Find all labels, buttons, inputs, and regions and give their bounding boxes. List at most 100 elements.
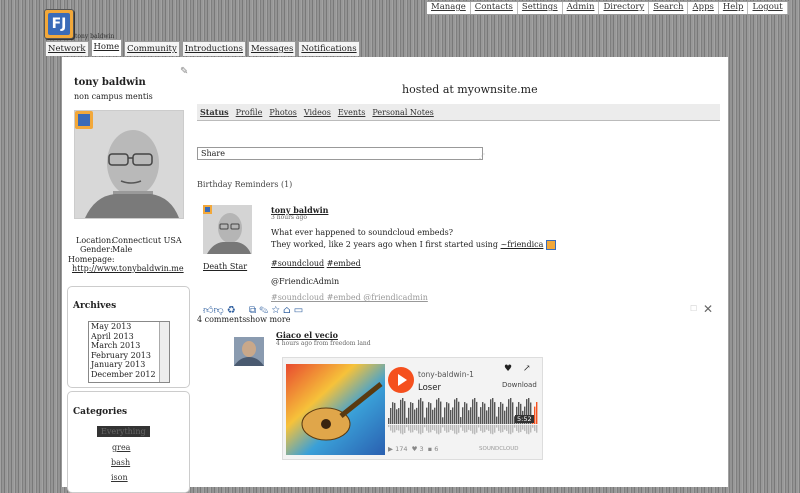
top-nav-item[interactable]: Help <box>719 2 749 14</box>
tab-home[interactable]: Home <box>90 39 123 56</box>
hashtag-link[interactable]: #embed <box>327 259 361 268</box>
post-mention[interactable]: @FriendicAdmin <box>271 277 339 286</box>
comment-count: 6 <box>434 445 439 453</box>
archive-option[interactable]: April 2013 <box>89 332 169 342</box>
delete-icon[interactable]: ✕ <box>703 302 713 316</box>
birthday-reminders[interactable]: Birthday Reminders (1) <box>197 180 292 189</box>
homepage-link[interactable]: http://www.tonybaldwin.me <box>72 264 184 273</box>
tab-network[interactable]: Network <box>45 41 89 56</box>
comments-count[interactable]: 4 comments <box>197 315 246 324</box>
waveform-bar <box>430 403 432 424</box>
top-nav-item[interactable]: Contacts <box>471 2 518 14</box>
subtab-profile[interactable]: Profile <box>236 108 263 117</box>
comment-author[interactable]: Giaco el vecio <box>276 330 338 340</box>
waveform-bar <box>398 408 400 424</box>
subtab-photos[interactable]: Photos <box>269 108 297 117</box>
archives-list[interactable]: May 2013 April 2013 March 2013 February 201… <box>88 321 170 383</box>
play-button[interactable] <box>388 367 414 393</box>
category-item[interactable]: bash <box>111 458 130 467</box>
waveform-bar <box>462 407 464 424</box>
waveform-bar <box>496 416 498 424</box>
top-nav-item[interactable]: Manage <box>427 2 471 14</box>
download-link[interactable]: Download <box>502 381 537 389</box>
waveform-bar <box>428 402 430 424</box>
comment-avatar[interactable] <box>234 337 264 366</box>
waveform-reflection <box>530 425 532 433</box>
checkbox-icon[interactable]: ☐ <box>690 304 697 313</box>
profile-subtabs: Status Profile Photos Videos Events Personal … <box>197 104 720 121</box>
profile-tagline: non campus mentis <box>74 92 153 101</box>
post-time: 3 hours ago <box>271 214 307 221</box>
track-artwork <box>286 364 385 455</box>
archives-scrollbar[interactable] <box>159 322 169 382</box>
top-nav-item[interactable]: Admin <box>563 2 600 14</box>
subtab-videos[interactable]: Videos <box>304 108 331 117</box>
external-share-icon[interactable]: ↗ <box>523 364 531 374</box>
subtab-status[interactable]: Status <box>200 107 229 117</box>
waveform-bar <box>396 409 398 424</box>
waveform-bar <box>506 406 508 424</box>
post-line-2: They worked, like 2 years ago when I fir… <box>271 240 556 250</box>
waveform-reflection <box>484 425 486 433</box>
waveform-reflection <box>526 425 528 434</box>
top-nav-item[interactable]: Settings <box>518 2 563 14</box>
waveform-reflection <box>454 425 456 434</box>
waveform-bar <box>454 399 456 424</box>
tab-community[interactable]: Community <box>124 41 180 56</box>
friendica-logo[interactable]: FJ <box>44 9 74 39</box>
waveform-reflection <box>408 425 410 431</box>
waveform-bar <box>422 401 424 424</box>
archive-option[interactable]: January 2013 <box>89 360 169 370</box>
hashtag-link[interactable]: #soundcloud <box>271 259 324 268</box>
top-nav-item[interactable]: Search <box>649 2 689 14</box>
share-input[interactable]: Share <box>197 147 483 160</box>
friendica-link[interactable]: ~friendica <box>501 240 544 249</box>
track-artist[interactable]: tony-baldwin-1 <box>418 370 474 379</box>
folder-icon[interactable]: ▭ <box>294 305 303 316</box>
waveform-reflection <box>456 425 458 435</box>
category-item[interactable]: grea <box>112 443 130 452</box>
waveform-bar <box>472 399 474 424</box>
profile-name: tony baldwin <box>74 77 146 88</box>
archive-option[interactable]: March 2013 <box>89 341 169 351</box>
waveform-bar <box>486 410 488 424</box>
waveform-reflection <box>502 425 504 433</box>
top-nav-item[interactable]: Directory <box>599 2 650 14</box>
top-nav-item[interactable]: Apps <box>688 2 719 14</box>
post-avatar[interactable] <box>203 205 252 254</box>
waveform-reflection <box>468 425 470 430</box>
post-avatar-label[interactable]: Death Star <box>203 262 247 271</box>
waveform-reflection <box>470 425 472 431</box>
category-everything[interactable]: Everything <box>97 426 150 437</box>
heart-icon[interactable]: ♥ <box>504 364 512 374</box>
soundcloud-embed: tony-baldwin-1 Loser ♥ ↗ Download 5:52 ▶… <box>282 357 543 460</box>
waveform-reflection <box>426 425 428 431</box>
waveform-reflection <box>432 425 434 430</box>
like-count: 3 <box>419 445 424 453</box>
waveform-reflection <box>460 425 462 428</box>
waveform-bar <box>404 401 406 424</box>
tab-notifications[interactable]: Notifications <box>298 41 360 56</box>
show-more-link[interactable]: show more <box>246 315 290 324</box>
waveform-bar <box>414 409 416 424</box>
archive-option[interactable]: December 2012 <box>89 370 169 380</box>
subtab-events[interactable]: Events <box>338 108 366 117</box>
categories-title: Categories <box>73 407 128 417</box>
waveform-bar <box>466 403 468 424</box>
tab-introductions[interactable]: Introductions <box>181 41 246 56</box>
post-tags-footer[interactable]: #soundcloud #embed @friendicadmin <box>271 293 428 302</box>
waveform-bar <box>468 410 470 424</box>
waveform-reflection <box>508 425 510 434</box>
waveform-reflection <box>510 425 512 435</box>
archive-option[interactable]: February 2013 <box>89 351 169 361</box>
edit-pencil-icon[interactable]: ✎ <box>180 66 188 77</box>
category-item[interactable]: ison <box>111 473 128 482</box>
track-title[interactable]: Loser <box>418 383 441 393</box>
tab-messages[interactable]: Messages <box>247 41 297 56</box>
waveform-reflection <box>448 425 450 433</box>
subtab-personal-notes[interactable]: Personal Notes <box>372 108 433 117</box>
waveform-bar <box>442 417 444 424</box>
archive-option[interactable]: May 2013 <box>89 322 169 332</box>
waveform-bar <box>502 403 504 424</box>
top-nav-item[interactable]: Logout <box>748 2 788 14</box>
